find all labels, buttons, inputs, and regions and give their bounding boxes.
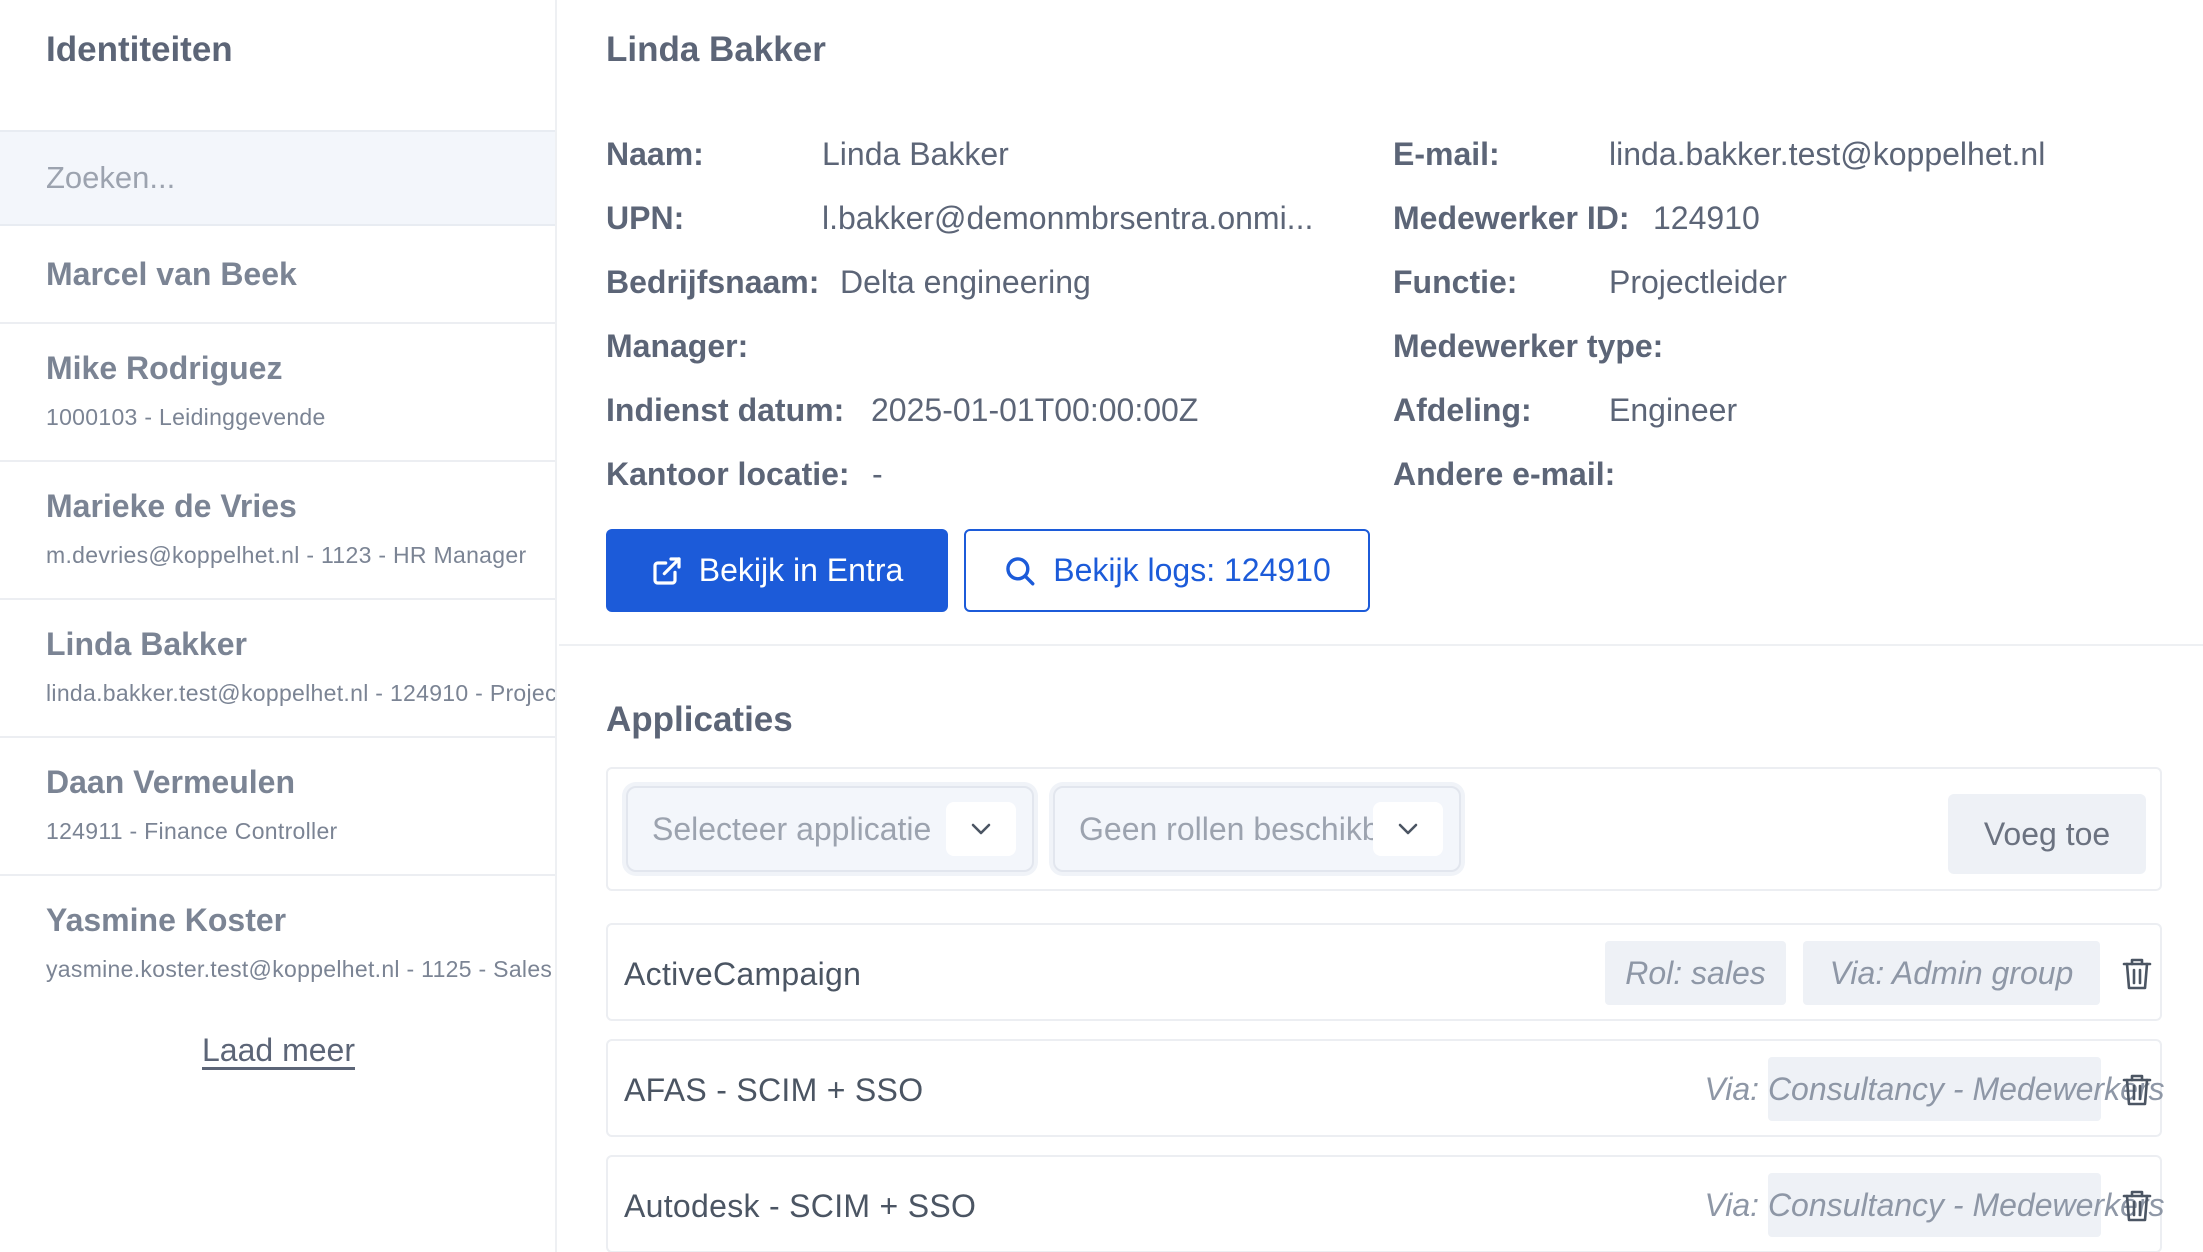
add-application-panel: Selecteer applicatie Geen rollen beschik… bbox=[606, 767, 2162, 891]
load-more-link[interactable]: Laad meer bbox=[0, 1032, 555, 1069]
field-value: linda.bakker.test@koppelhet.nl bbox=[1609, 136, 2046, 172]
via-badge: Via: Consultancy - Medewerkers bbox=[1704, 1173, 2165, 1237]
field-afdeling: Afdeling: Engineer bbox=[1393, 392, 1737, 429]
field-value: Projectleider bbox=[1609, 264, 1787, 300]
view-in-entra-button[interactable]: Bekijk in Entra bbox=[606, 529, 948, 612]
identity-name: Mike Rodriguez bbox=[46, 350, 283, 386]
application-name: AFAS - SCIM + SSO bbox=[624, 1072, 924, 1108]
identity-item[interactable]: Marcel van Beek bbox=[0, 226, 555, 324]
field-label: Medewerker ID: bbox=[1393, 200, 1630, 236]
chevron-down-icon bbox=[946, 802, 1016, 856]
view-logs-button[interactable]: Bekijk logs: 124910 bbox=[964, 529, 1370, 612]
field-kantoor-locatie: Kantoor locatie: - bbox=[606, 456, 883, 493]
identity-subtitle: linda.bakker.test@koppelhet.nl - 124910 … bbox=[46, 680, 557, 706]
field-andere-email: Andere e-mail: bbox=[1393, 456, 1615, 493]
field-label: Kantoor locatie: bbox=[606, 456, 850, 492]
via-badge: Via: Consultancy - Medewerkers bbox=[1704, 1057, 2165, 1121]
field-indienst-datum: Indienst datum: 2025-01-01T00:00:00Z bbox=[606, 392, 1198, 429]
identity-item[interactable]: Daan Vermeulen 124911 - Finance Controll… bbox=[0, 738, 555, 876]
field-naam: Naam: Linda Bakker bbox=[606, 136, 1009, 173]
field-bedrijfsnaam: Bedrijfsnaam: Delta engineering bbox=[606, 264, 1091, 301]
identity-name: Daan Vermeulen bbox=[46, 764, 295, 800]
view-logs-label: Bekijk logs: 124910 bbox=[1053, 552, 1331, 588]
field-functie: Functie: Projectleider bbox=[1393, 264, 1787, 301]
field-label: Indienst datum: bbox=[606, 392, 845, 428]
field-value: - bbox=[872, 456, 883, 492]
identity-item[interactable]: Marieke de Vries m.devries@koppelhet.nl … bbox=[0, 462, 555, 600]
trash-icon[interactable] bbox=[2122, 957, 2152, 991]
identity-list: Marcel van Beek Mike Rodriguez 1000103 -… bbox=[0, 226, 557, 1014]
field-label: Manager: bbox=[606, 328, 749, 364]
field-label: Functie: bbox=[1393, 264, 1518, 300]
identity-detail: Linda Bakker Naam: Linda Bakker UPN: l.b… bbox=[559, 0, 2203, 1252]
search-icon bbox=[1003, 554, 1037, 588]
field-label: Medewerker type: bbox=[1393, 328, 1664, 364]
add-application-button[interactable]: Voeg toe bbox=[1948, 794, 2146, 874]
identities-sidebar: Identiteiten Marcel van Beek Mike Rodrig… bbox=[0, 0, 557, 1252]
field-value: Delta engineering bbox=[840, 264, 1091, 300]
field-value: Linda Bakker bbox=[822, 136, 1009, 172]
identity-subtitle: 124911 - Finance Controller bbox=[46, 818, 338, 844]
field-label: UPN: bbox=[606, 200, 685, 236]
application-row: ActiveCampaign Rol: sales Via: Admin gro… bbox=[606, 923, 2162, 1021]
external-link-icon bbox=[651, 555, 683, 587]
field-label: E-mail: bbox=[1393, 136, 1500, 172]
trash-icon[interactable] bbox=[2122, 1073, 2152, 1107]
search-box bbox=[0, 130, 555, 226]
role-badge: Rol: sales bbox=[1605, 941, 1786, 1005]
field-label: Naam: bbox=[606, 136, 704, 172]
application-name: ActiveCampaign bbox=[624, 956, 862, 992]
application-select[interactable]: Selecteer applicatie bbox=[626, 786, 1034, 872]
application-row: Autodesk - SCIM + SSO Via: Consultancy -… bbox=[606, 1155, 2165, 1252]
identity-item[interactable]: Yasmine Koster yasmine.koster.test@koppe… bbox=[0, 876, 555, 1014]
identity-name: Marieke de Vries bbox=[46, 488, 297, 524]
sidebar-title: Identiteiten bbox=[46, 30, 233, 69]
view-in-entra-label: Bekijk in Entra bbox=[698, 552, 904, 588]
trash-icon[interactable] bbox=[2122, 1189, 2152, 1223]
field-value: Engineer bbox=[1609, 392, 1738, 428]
identity-subtitle: 1000103 - Leidinggevende bbox=[46, 404, 326, 430]
identity-item[interactable]: Mike Rodriguez 1000103 - Leidinggevende bbox=[0, 324, 555, 462]
identity-name: Linda Bakker bbox=[46, 626, 247, 662]
applications-title: Applicaties bbox=[606, 700, 793, 739]
field-manager: Manager: bbox=[606, 328, 748, 365]
section-divider bbox=[559, 644, 2203, 646]
via-badge: Via: Admin group bbox=[1803, 941, 2100, 1005]
field-value: 2025-01-01T00:00:00Z bbox=[871, 392, 1199, 428]
field-value: 124910 bbox=[1653, 200, 1760, 236]
field-label: Andere e-mail: bbox=[1393, 456, 1616, 492]
field-medewerker-type: Medewerker type: bbox=[1393, 328, 1663, 365]
field-label: Afdeling: bbox=[1393, 392, 1532, 428]
identity-name: Marcel van Beek bbox=[46, 256, 297, 292]
field-medewerker-id: Medewerker ID: 124910 bbox=[1393, 200, 1760, 237]
field-email: E-mail: linda.bakker.test@koppelhet.nl bbox=[1393, 136, 2045, 173]
field-upn: UPN: l.bakker@demonmbrsentra.onmi... bbox=[606, 200, 1313, 237]
identity-subtitle: m.devries@koppelhet.nl - 1123 - HR Manag… bbox=[46, 542, 527, 568]
application-select-value: Selecteer applicatie bbox=[652, 811, 932, 847]
identity-item[interactable]: Linda Bakker linda.bakker.test@koppelhet… bbox=[0, 600, 557, 738]
field-value: l.bakker@demonmbrsentra.onmi... bbox=[822, 200, 1314, 236]
chevron-down-icon bbox=[1373, 802, 1443, 856]
search-input[interactable] bbox=[46, 132, 536, 224]
identity-subtitle: yasmine.koster.test@koppelhet.nl - 1125 … bbox=[46, 956, 553, 982]
identity-name: Yasmine Koster bbox=[46, 902, 287, 938]
detail-title: Linda Bakker bbox=[606, 30, 826, 69]
field-label: Bedrijfsnaam: bbox=[606, 264, 820, 300]
role-select[interactable]: Geen rollen beschikbaar bbox=[1053, 786, 1461, 872]
application-name: Autodesk - SCIM + SSO bbox=[624, 1188, 977, 1224]
application-row: AFAS - SCIM + SSO Via: Consultancy - Med… bbox=[606, 1039, 2165, 1137]
